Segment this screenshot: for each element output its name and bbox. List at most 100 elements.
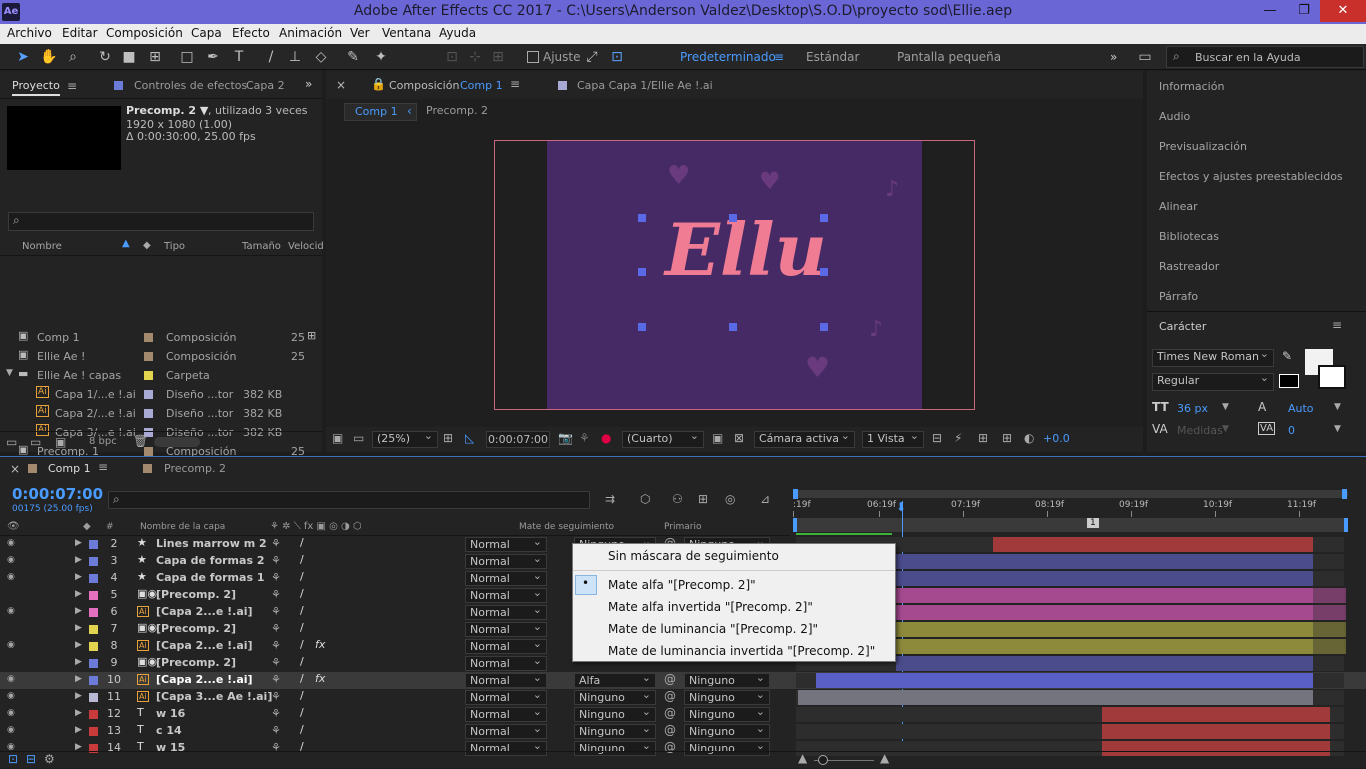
project-item[interactable]: ▣ Ellie Ae ! Composición 25 bbox=[2, 347, 320, 366]
visibility-eye-icon[interactable]: ◉ bbox=[7, 640, 15, 650]
minimize-icon[interactable]: — bbox=[1253, 0, 1287, 22]
font-family-dropdown[interactable]: Times New Roman bbox=[1152, 347, 1274, 367]
visibility-eye-icon[interactable]: ◉ bbox=[7, 606, 15, 616]
col-velocidad[interactable]: Velocid bbox=[288, 241, 324, 252]
visibility-eye-icon[interactable]: ◉ bbox=[7, 538, 15, 548]
chevron-down-icon[interactable]: ▼ bbox=[1334, 402, 1341, 412]
expand-chevron-icon[interactable]: ▶ bbox=[75, 606, 82, 616]
more-workspaces-icon[interactable]: » bbox=[1110, 50, 1117, 64]
menu-efecto[interactable]: Efecto bbox=[232, 26, 270, 40]
sync-settings-icon[interactable]: ▭ bbox=[1136, 48, 1154, 66]
pick-whip-icon[interactable]: @ bbox=[664, 706, 676, 720]
workspace-menu-icon[interactable]: ≡ bbox=[774, 50, 784, 64]
layer-duration-bar[interactable] bbox=[896, 571, 1313, 586]
expand-chevron-icon[interactable]: ▶ bbox=[75, 538, 82, 548]
chevron-down-icon[interactable]: ▼ bbox=[1222, 402, 1229, 412]
new-comp-icon[interactable]: ▣ bbox=[55, 435, 66, 449]
project-item[interactable]: Ai Capa 1/...e !.ai Diseño ...tor 382 KB bbox=[2, 385, 320, 404]
views-dropdown[interactable]: 1 Vista bbox=[862, 429, 924, 448]
selection-tool-icon[interactable]: ➤ bbox=[14, 48, 32, 66]
col-tamano[interactable]: Tamaño bbox=[242, 241, 281, 252]
blend-mode-dropdown[interactable]: Normal bbox=[465, 535, 547, 552]
rectangle-tool-icon[interactable]: □ bbox=[178, 48, 196, 66]
layer-name[interactable]: [Precomp. 2] bbox=[156, 656, 236, 669]
effect-switch-icon[interactable]: fx bbox=[315, 672, 325, 685]
timeline-layer-row[interactable]: ◉ ▶ 10 Ai [Capa 2...e !.ai] ⚘ / fx Normal Alfa @ Ni… bbox=[0, 671, 1366, 689]
visibility-eye-icon[interactable]: ◉ bbox=[7, 708, 15, 718]
track-matte-dropdown[interactable]: Ninguno bbox=[574, 705, 656, 722]
puppet-tool-icon[interactable]: ✦ bbox=[372, 48, 390, 66]
layer-duration-bar[interactable] bbox=[816, 673, 1313, 688]
brush-tool-icon[interactable]: / bbox=[262, 48, 280, 66]
panel-rastreador[interactable]: Rastreador bbox=[1159, 260, 1219, 273]
clone-stamp-tool-icon[interactable]: ⊥ bbox=[286, 48, 304, 66]
tracking-value[interactable]: 0 bbox=[1288, 424, 1295, 437]
layer-label-swatch[interactable] bbox=[89, 608, 98, 617]
visibility-eye-icon[interactable]: ◉ bbox=[7, 725, 15, 735]
quality-switch-icon[interactable]: / bbox=[300, 672, 304, 685]
close-icon[interactable]: ✕ bbox=[1320, 0, 1366, 22]
blend-mode-dropdown[interactable]: Normal bbox=[465, 603, 547, 620]
zoom-out-icon[interactable]: ▲ bbox=[798, 751, 807, 765]
pan-behind-tool-icon[interactable]: ⊞ bbox=[146, 48, 164, 66]
parent-dropdown[interactable]: Ninguno bbox=[684, 705, 770, 722]
layer-label-swatch[interactable] bbox=[89, 659, 98, 668]
breadcrumb-precomp2[interactable]: Precomp. 2 bbox=[426, 104, 488, 117]
playhead-icon[interactable]: ⬇ bbox=[896, 500, 906, 514]
breadcrumb-comp1[interactable]: Comp 1 ‹ bbox=[344, 103, 417, 121]
project-item[interactable]: ▣ Comp 1 Composición 25 ⊞ bbox=[2, 328, 320, 347]
rotate-tool-icon[interactable]: ↻ bbox=[96, 48, 114, 66]
layer-label-swatch[interactable] bbox=[89, 710, 98, 719]
work-area-start[interactable] bbox=[793, 489, 798, 499]
layer-duration-bar[interactable] bbox=[896, 622, 1313, 637]
menu-ayuda[interactable]: Ayuda bbox=[439, 26, 476, 40]
menu-animacion[interactable]: Animación bbox=[279, 26, 342, 40]
shy-switch-icon[interactable]: ⚘ bbox=[271, 588, 281, 601]
quality-switch-icon[interactable]: / bbox=[300, 706, 304, 719]
toggle-modes-icon[interactable]: ⊟ bbox=[26, 752, 36, 766]
more-tabs-icon[interactable]: » bbox=[305, 77, 312, 91]
camera-dropdown[interactable]: Cámara activa bbox=[754, 429, 855, 448]
menu-ver[interactable]: Ver bbox=[350, 26, 370, 40]
quality-switch-icon[interactable]: / bbox=[300, 587, 304, 600]
type-tool-icon[interactable]: T bbox=[230, 48, 248, 66]
quality-switch-icon[interactable]: / bbox=[300, 638, 304, 651]
title-safe-icon[interactable]: ⊞ bbox=[443, 431, 453, 445]
shy-switch-icon[interactable]: ⚘ bbox=[271, 639, 281, 652]
parent-dropdown[interactable]: Ninguno bbox=[684, 671, 770, 688]
snap-options-icon[interactable]: ⤢ bbox=[583, 48, 601, 66]
comp-viewer-canvas[interactable]: Ellu ♥ ♥ ♥ ♪ ♪ bbox=[547, 141, 922, 409]
flowchart-icon[interactable]: ⊞ bbox=[1002, 431, 1012, 445]
layer-duration-bar[interactable] bbox=[896, 554, 1313, 569]
project-search-input[interactable]: ⌕ bbox=[8, 212, 314, 231]
layer-name[interactable]: Capa de formas 1 bbox=[156, 571, 264, 584]
local-axis-icon[interactable]: ⊡ bbox=[443, 48, 461, 66]
expand-chevron-icon[interactable]: ▶ bbox=[75, 640, 82, 650]
layer-duration-bar[interactable] bbox=[1313, 605, 1346, 620]
layer-label-swatch[interactable] bbox=[89, 574, 98, 583]
layer-name[interactable]: [Capa 3...e Ae !.ai] bbox=[156, 690, 272, 703]
panel-audio[interactable]: Audio bbox=[1159, 110, 1190, 123]
layer-duration-bar[interactable] bbox=[1313, 588, 1346, 603]
panel-menu-icon[interactable]: ≡ bbox=[1332, 318, 1342, 332]
menu-editar[interactable]: Editar bbox=[62, 26, 98, 40]
panel-bibliotecas[interactable]: Bibliotecas bbox=[1159, 230, 1219, 243]
toggle-pixel-aspect-icon[interactable]: ⊟ bbox=[932, 431, 942, 445]
label-swatch[interactable] bbox=[144, 333, 153, 342]
layer-name[interactable]: Lines marrow m 2 bbox=[156, 537, 267, 550]
reset-exposure-icon[interactable]: ◐ bbox=[1024, 431, 1034, 445]
menu-item-mate-luminancia-invertida[interactable]: Mate de luminancia invertida "[Precomp. … bbox=[608, 644, 875, 658]
blend-mode-dropdown[interactable]: Normal bbox=[465, 620, 547, 637]
bit-depth-label[interactable]: 8 bpc bbox=[89, 436, 117, 447]
parent-dropdown[interactable]: Ninguno bbox=[684, 688, 770, 705]
expand-chevron-icon[interactable]: ▶ bbox=[75, 589, 82, 599]
tab-proyecto[interactable]: Proyecto bbox=[12, 79, 60, 96]
layer-duration-bar[interactable] bbox=[1102, 707, 1330, 722]
chevron-down-icon[interactable]: ▼ bbox=[1222, 424, 1229, 434]
timeline-timecode[interactable]: 0:00:07:00 bbox=[12, 485, 103, 503]
graph-editor-icon[interactable]: ⊿ bbox=[760, 492, 770, 506]
new-folder-icon[interactable]: ▭ bbox=[30, 435, 41, 449]
comp-mini-flowchart-icon[interactable]: ⇉ bbox=[605, 492, 615, 506]
eraser-tool-icon[interactable]: ◇ bbox=[312, 48, 330, 66]
expand-chevron-icon[interactable]: ▶ bbox=[75, 708, 82, 718]
